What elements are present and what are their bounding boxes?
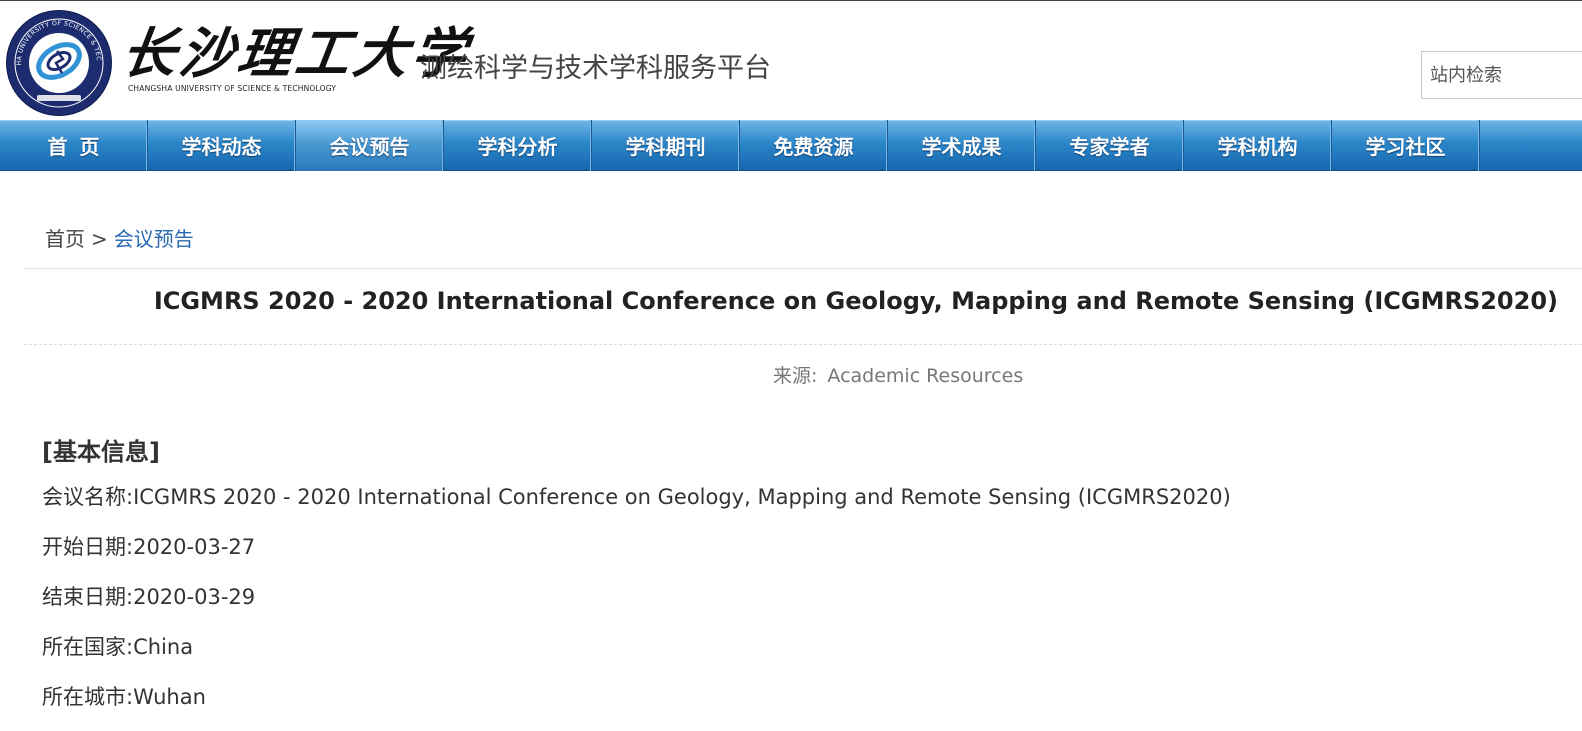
breadcrumb-current[interactable]: 会议预告 [114,227,194,251]
info-row: 结束日期:2020-03-29 [42,581,1231,631]
article-title: ICGMRS 2020 - 2020 International Confere… [153,287,1558,315]
university-name-en: CHANGSHA UNIVERSITY OF SCIENCE & TECHNOL… [128,84,337,93]
breadcrumb: 首页 > 会议预告 [45,223,194,252]
nav-item-discipline-news[interactable]: 学科动态 [148,120,296,171]
source-value: Academic Resources [827,365,1024,387]
info-value: Wuhan [133,685,206,709]
nav-item-discipline-journals[interactable]: 学科期刊 [592,120,740,171]
nav-item-home[interactable]: 首页 [0,120,148,171]
main-nav: 首页 学科动态 会议预告 学科分析 学科期刊 免费资源 学术成果 专家学者 学科机构 学习社区 [0,120,1582,171]
nav-item-free-resources[interactable]: 免费资源 [740,120,888,171]
dashed-divider [24,344,1582,345]
breadcrumb-home[interactable]: 首页 [45,227,85,251]
site-search-input[interactable] [1421,51,1582,99]
info-label: 结束日期: [42,585,134,609]
platform-title: 测绘科学与技术学科服务平台 [420,53,771,84]
info-label: 所在城市: [42,685,134,709]
info-row: 所在城市:Wuhan [42,681,1231,731]
university-seal-logo[interactable]: CHANGSHA UNIVERSITY OF SCIENCE & TECHNOL… [7,11,111,115]
site-header: CHANGSHA UNIVERSITY OF SCIENCE & TECHNOL… [0,0,1582,120]
nav-item-conference-preview[interactable]: 会议预告 [296,120,444,171]
nav-item-academic-achievements[interactable]: 学术成果 [888,120,1036,171]
info-value: China [133,635,194,659]
info-row: 所在国家:China [42,631,1231,681]
nav-item-institutions[interactable]: 学科机构 [1184,120,1332,171]
nav-item-learning-community[interactable]: 学习社区 [1332,120,1480,171]
info-row: 开始日期:2020-03-27 [42,531,1231,581]
university-name[interactable]: 长沙理工大学 CHANGSHA UNIVERSITY OF SCIENCE & … [118,21,475,93]
info-label: 会议名称: [42,485,134,509]
nav-item-experts[interactable]: 专家学者 [1036,120,1184,171]
basic-info-list: 会议名称:ICGMRS 2020 - 2020 International Co… [42,481,1231,731]
info-value: ICGMRS 2020 - 2020 International Confere… [133,485,1231,509]
info-value: 2020-03-29 [133,585,256,609]
article-source: 来源: Academic Resources [773,361,1023,388]
info-label: 所在国家: [42,635,134,659]
breadcrumb-separator: > [91,227,108,251]
section-title-basic-info: [基本信息] [42,438,160,466]
divider [24,268,1582,269]
source-label: 来源: [773,365,818,387]
info-row: 会议名称:ICGMRS 2020 - 2020 International Co… [42,481,1231,531]
nav-item-discipline-analysis[interactable]: 学科分析 [444,120,592,171]
info-value: 2020-03-27 [133,535,256,559]
info-label: 开始日期: [42,535,134,559]
